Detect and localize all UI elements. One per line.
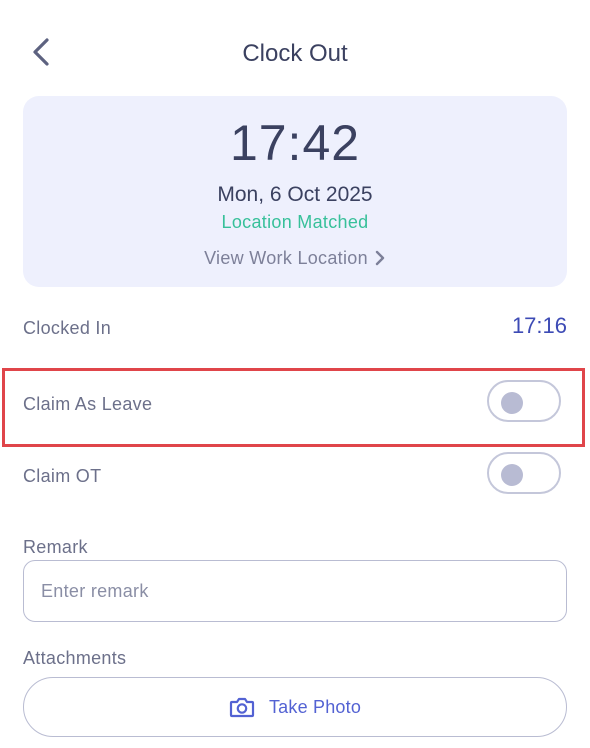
current-time: 17:42 (229, 115, 361, 171)
toggle-knob (501, 464, 523, 486)
claim-ot-toggle[interactable] (487, 452, 561, 494)
view-work-location-label: View Work Location (204, 248, 368, 268)
take-photo-button[interactable]: Take Photo (23, 677, 567, 737)
time-card: 17:42 Mon, 6 Oct 2025 Location Matched V… (23, 96, 567, 287)
chevron-right-icon (375, 250, 385, 265)
claim-as-leave-label: Claim As Leave (23, 394, 153, 414)
claim-as-leave-row: Claim As Leave (23, 380, 567, 426)
remark-input[interactable] (23, 560, 567, 622)
page-title: Clock Out (242, 40, 348, 67)
claim-ot-label: Claim OT (23, 466, 102, 486)
clocked-in-row: Clocked In 17:16 (23, 310, 567, 344)
toggle-knob (501, 392, 523, 414)
clocked-in-label: Clocked In (23, 318, 112, 338)
location-status: Location Matched (221, 212, 369, 232)
camera-icon (229, 697, 255, 718)
remark-label: Remark (23, 537, 88, 557)
attachments-label: Attachments (23, 648, 127, 668)
clocked-in-time: 17:16 (511, 313, 567, 338)
header: Clock Out (0, 0, 590, 100)
view-work-location-link[interactable]: View Work Location (23, 248, 567, 269)
claim-ot-row: Claim OT (23, 452, 567, 498)
take-photo-label: Take Photo (268, 696, 362, 717)
claim-as-leave-toggle[interactable] (487, 380, 561, 422)
current-date: Mon, 6 Oct 2025 (217, 183, 373, 206)
